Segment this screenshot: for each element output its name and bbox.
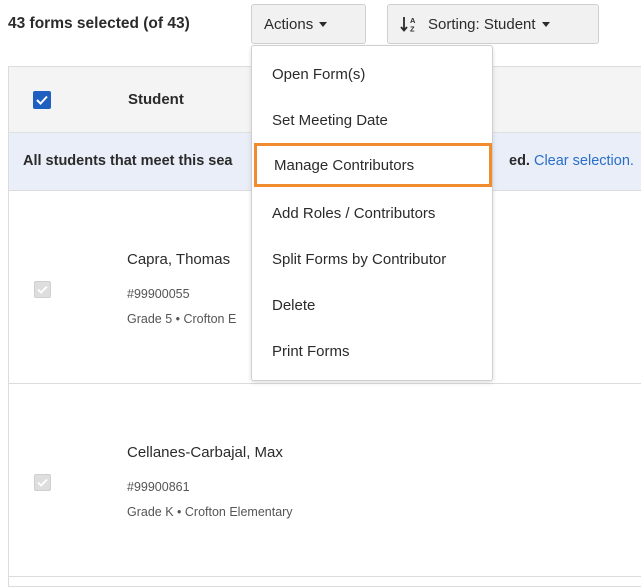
banner-tail: ed. Clear selection.: [509, 153, 634, 169]
sorting-label: Sorting: Student: [428, 15, 536, 33]
row-checkbox[interactable]: [34, 474, 51, 491]
sorting-button[interactable]: A Z Sorting: Student: [387, 4, 599, 44]
student-grade-school: Grade 5 • Crofton E: [127, 312, 237, 326]
caret-down-icon: [541, 21, 550, 27]
row-checkbox[interactable]: [34, 281, 51, 298]
check-icon: [36, 95, 48, 105]
menu-item-open-forms[interactable]: Open Form(s): [252, 52, 492, 96]
menu-item-add-roles-contributors[interactable]: Add Roles / Contributors: [252, 191, 492, 235]
banner-text: All students that meet this sea: [23, 153, 233, 169]
student-id: #99900861: [127, 480, 190, 494]
menu-item-split-forms[interactable]: Split Forms by Contributor: [252, 237, 492, 281]
check-icon: [37, 478, 48, 487]
actions-label: Actions: [264, 15, 314, 33]
student-grade-school: Grade K • Crofton Elementary: [127, 505, 293, 519]
menu-item-set-meeting-date[interactable]: Set Meeting Date: [252, 98, 492, 142]
selection-count: 43 forms selected (of 43): [8, 15, 190, 32]
clear-selection-link[interactable]: Clear selection.: [534, 153, 634, 169]
svg-text:Z: Z: [410, 25, 415, 34]
select-all-checkbox[interactable]: [33, 91, 51, 109]
table-row[interactable]: Cellanes-Carbajal, Max #99900861 Grade K…: [9, 384, 641, 577]
check-icon: [37, 285, 48, 294]
student-name[interactable]: Cellanes-Carbajal, Max: [127, 444, 283, 461]
menu-item-print-forms[interactable]: Print Forms: [252, 329, 492, 373]
sort-alpha-icon: A Z: [400, 15, 422, 33]
menu-item-delete[interactable]: Delete: [252, 283, 492, 327]
student-id: #99900055: [127, 287, 190, 301]
menu-item-manage-contributors[interactable]: Manage Contributors: [254, 143, 492, 187]
actions-button[interactable]: Actions: [251, 4, 366, 44]
student-name[interactable]: Capra, Thomas: [127, 251, 230, 268]
caret-down-icon: [319, 21, 328, 27]
column-header-student[interactable]: Student: [128, 91, 184, 108]
actions-dropdown-menu: Open Form(s) Set Meeting Date Manage Con…: [251, 45, 493, 381]
banner-tail-text: ed.: [509, 153, 530, 169]
toolbar: 43 forms selected (of 43) Actions A Z So…: [0, 0, 641, 46]
